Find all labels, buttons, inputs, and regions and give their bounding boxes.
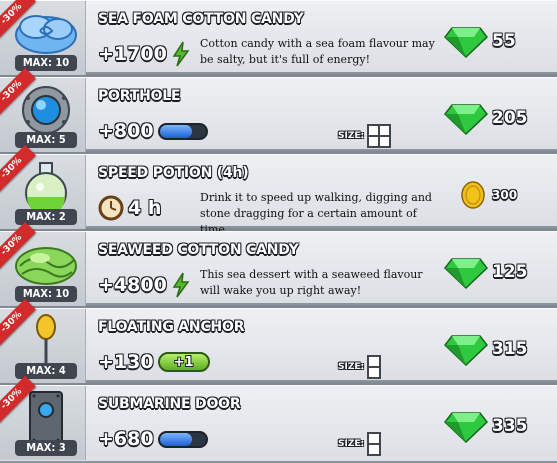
comfort-bar-icon [157, 430, 208, 448]
energy-pill-icon: +1 [157, 352, 210, 372]
price-amount: 335 [492, 416, 528, 436]
item-size: SIZE: [338, 432, 382, 456]
stat-value: +680 [98, 428, 154, 450]
max-quantity-badge: MAX: 3 [15, 440, 77, 456]
shop-item-row[interactable]: -30% MAX: 3 SUBMARINE DOOR +680 SIZE: 33… [0, 375, 557, 463]
stat-value: +130 [98, 351, 154, 373]
lightning-icon [172, 41, 190, 67]
shop-item-row[interactable]: -30% MAX: 10 SEA FOAM COTTON CANDY +1700… [0, 0, 557, 75]
shop-item-row[interactable]: -30% MAX: 4 FLOATING ANCHOR +130 +1 SIZE… [0, 298, 557, 383]
item-stat: +800 [98, 118, 208, 144]
stat-value: +4800 [98, 274, 167, 296]
price-amount: 300 [492, 188, 518, 202]
lightning-icon [172, 272, 190, 298]
item-name: SUBMARINE DOOR [98, 396, 241, 412]
item-thumbnail: -30% MAX: 10 [0, 221, 86, 306]
item-stat: +4800 [98, 272, 191, 298]
comfort-bar-icon [157, 122, 208, 140]
grid-1x2-icon [367, 432, 382, 456]
buy-button[interactable]: 300 [458, 177, 557, 213]
buy-button[interactable]: 315 [444, 331, 554, 367]
item-stat: +680 [98, 426, 208, 452]
item-thumbnail: -30% MAX: 4 [0, 298, 86, 383]
energy-pill-text: +1 [173, 354, 194, 370]
stat-value: +1700 [98, 43, 167, 65]
size-label: SIZE: [338, 439, 365, 449]
buy-button[interactable]: 55 [444, 23, 554, 59]
grid-1x2-icon [367, 355, 382, 379]
item-name: SEA FOAM COTTON CANDY [98, 11, 304, 27]
item-stat: +130 +1 [98, 349, 210, 375]
size-label: SIZE: [338, 362, 365, 372]
item-stat: +1700 [98, 41, 191, 67]
gem-icon [444, 27, 488, 58]
price-amount: 205 [492, 108, 528, 128]
item-description: Cotton candy with a sea foam flavour may… [200, 37, 435, 66]
item-thumbnail: -30% MAX: 3 [0, 375, 86, 460]
bar-fill [159, 124, 192, 138]
item-thumbnail: -30% MAX: 2 [0, 144, 86, 229]
size-label: SIZE: [338, 131, 365, 141]
price-amount: 125 [492, 262, 528, 282]
shop-item-row[interactable]: -30% MAX: 2 SPEED POTION (4h) 4 h Drink … [0, 144, 557, 236]
shop-item-row[interactable]: -30% MAX: 5 PORTHOLE +800 SIZE: 205 [0, 67, 557, 152]
gem-icon [444, 412, 488, 443]
item-description: This sea dessert with a seaweed flavour … [200, 268, 423, 297]
item-name: PORTHOLE [98, 88, 181, 104]
grid-2x2-icon [367, 124, 392, 148]
price-amount: 315 [492, 339, 528, 359]
item-thumbnail: -30% MAX: 10 [0, 0, 86, 75]
buy-button[interactable]: 205 [444, 100, 554, 136]
bar-fill [159, 432, 192, 446]
gem-icon [444, 104, 488, 135]
stat-value: +800 [98, 120, 154, 142]
item-name: SPEED POTION (4h) [98, 165, 249, 181]
item-name: FLOATING ANCHOR [98, 319, 245, 335]
item-stat: 4 h [98, 195, 161, 221]
price-amount: 55 [492, 31, 516, 51]
shop-item-row[interactable]: -30% MAX: 10 SEAWEED COTTON CANDY +4800 … [0, 221, 557, 306]
gem-icon [444, 335, 488, 366]
item-name: SEAWEED COTTON CANDY [98, 242, 299, 258]
stat-value: 4 h [128, 197, 162, 219]
coin-icon [461, 181, 485, 209]
clock-icon [98, 195, 124, 221]
buy-button[interactable]: 335 [444, 408, 554, 444]
item-size: SIZE: [338, 124, 392, 148]
gem-icon [444, 258, 488, 289]
shop-item-list: -30% MAX: 10 SEA FOAM COTTON CANDY +1700… [0, 0, 557, 463]
item-size: SIZE: [338, 355, 382, 379]
item-thumbnail: -30% MAX: 5 [0, 67, 86, 152]
buy-button[interactable]: 125 [444, 254, 554, 290]
